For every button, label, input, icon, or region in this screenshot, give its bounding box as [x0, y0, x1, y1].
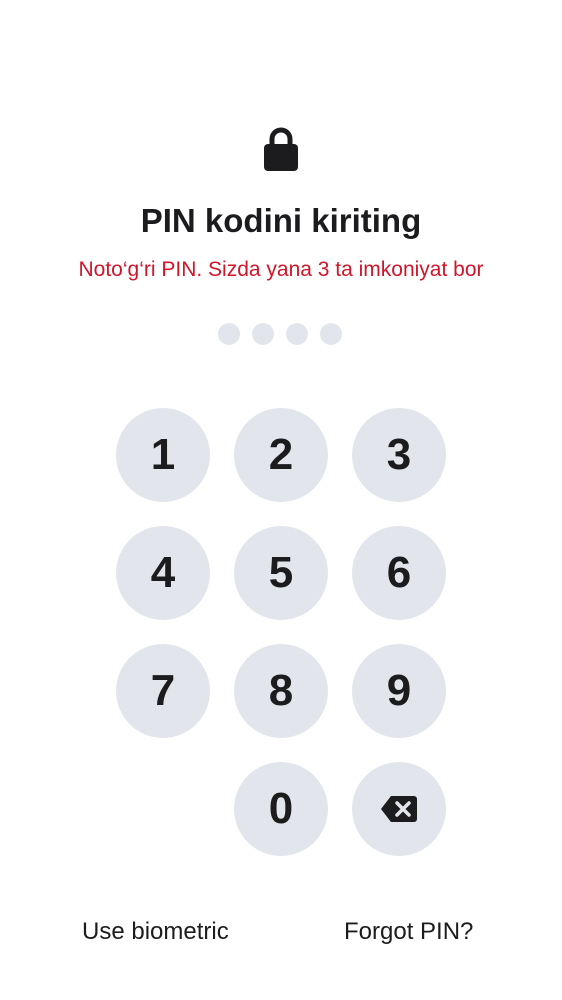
key-5[interactable]: 5 [234, 526, 328, 620]
numeric-keypad: 1 2 3 4 5 6 7 8 9 0 [116, 408, 446, 856]
key-1[interactable]: 1 [116, 408, 210, 502]
key-6[interactable]: 6 [352, 526, 446, 620]
key-9[interactable]: 9 [352, 644, 446, 738]
key-empty [116, 762, 210, 856]
error-message: Noto‘g‘ri PIN. Sizda yana 3 ta imkoniyat… [78, 258, 484, 281]
forgot-pin-button[interactable]: Forgot PIN? [344, 917, 473, 947]
key-3[interactable]: 3 [352, 408, 446, 502]
key-8[interactable]: 8 [234, 644, 328, 738]
key-2[interactable]: 2 [234, 408, 328, 502]
key-4[interactable]: 4 [116, 526, 210, 620]
lock-icon-graphic [264, 127, 298, 171]
pin-indicator [218, 323, 342, 345]
pin-dot-3 [286, 323, 308, 345]
backspace-icon [381, 796, 417, 822]
pin-dot-1 [218, 323, 240, 345]
pin-dot-2 [252, 323, 274, 345]
page-title: PIN kodini kiriting [140, 202, 422, 239]
pin-dot-4 [320, 323, 342, 345]
lock-icon [262, 126, 300, 172]
key-0[interactable]: 0 [234, 762, 328, 856]
backspace-button[interactable] [352, 762, 446, 856]
key-7[interactable]: 7 [116, 644, 210, 738]
use-biometric-button[interactable]: Use biometric [82, 917, 229, 947]
